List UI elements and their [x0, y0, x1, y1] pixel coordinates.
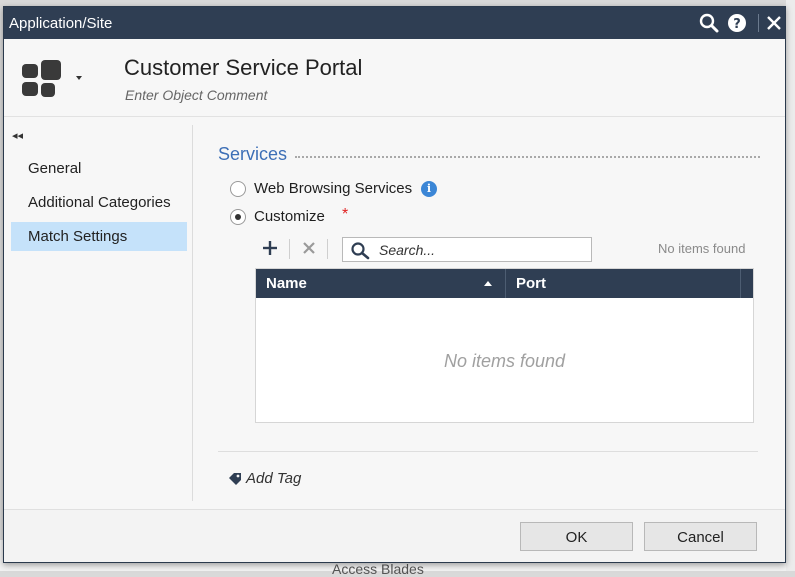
add-tag-label[interactable]: Add Tag [246, 470, 301, 487]
background-app-edge [786, 0, 795, 571]
search-box[interactable] [342, 237, 592, 262]
application-site-dialog: Application/Site ? Customer Service Port… [3, 6, 786, 563]
application-grid-icon[interactable] [22, 60, 64, 102]
services-table: Name Port No items found [255, 268, 754, 423]
required-marker: * [342, 206, 349, 223]
close-icon[interactable] [763, 12, 785, 34]
object-comment-field[interactable]: Enter Object Comment [125, 87, 267, 103]
table-empty-message: No items found [443, 351, 566, 371]
object-name[interactable]: Customer Service Portal [124, 55, 362, 81]
sidebar-item-additional-categories[interactable]: Additional Categories [11, 188, 187, 217]
toolbar-separator [327, 239, 328, 259]
web-browsing-services-radio[interactable] [230, 181, 246, 197]
sidebar-item-match-settings[interactable]: Match Settings [11, 222, 187, 251]
dialog-footer: OK Cancel [4, 509, 785, 562]
toolbar-separator [289, 239, 290, 259]
x-icon[interactable] [298, 237, 320, 259]
search-input[interactable] [377, 241, 582, 259]
match-settings-panel: Services Web Browsing Services i Customi… [194, 117, 785, 503]
background-app-label: Access Blades [332, 561, 424, 577]
dialog-titlebar: Application/Site ? [4, 7, 785, 39]
chevron-down-icon[interactable] [76, 76, 82, 80]
web-browsing-services-label[interactable]: Web Browsing Services [254, 179, 412, 199]
column-separator[interactable] [505, 269, 506, 298]
table-header: Name Port [256, 269, 753, 298]
object-header: Customer Service Portal Enter Object Com… [4, 39, 785, 117]
column-header-name[interactable]: Name [266, 269, 307, 298]
customize-radio[interactable] [230, 209, 246, 225]
ok-button[interactable]: OK [520, 522, 633, 551]
content-divider [218, 451, 758, 452]
customize-label[interactable]: Customize [254, 207, 325, 227]
items-status: No items found [658, 241, 746, 256]
cancel-button[interactable]: Cancel [644, 522, 757, 551]
section-divider [295, 156, 760, 158]
sidebar-item-general[interactable]: General [11, 154, 187, 183]
search-icon[interactable] [698, 12, 720, 34]
sidebar: ◂◂ General Additional Categories Match S… [4, 117, 192, 503]
sort-ascending-icon[interactable] [484, 281, 492, 286]
titlebar-separator [758, 14, 759, 32]
column-header-port[interactable]: Port [516, 269, 546, 298]
column-separator[interactable] [740, 269, 741, 298]
dialog-title: Application/Site [9, 15, 113, 32]
plus-icon[interactable] [259, 237, 281, 259]
services-section-title: Services [218, 144, 288, 164]
svg-text:?: ? [733, 17, 741, 32]
tag-icon [229, 473, 241, 485]
search-icon [351, 242, 370, 260]
double-chevron-left-icon[interactable]: ◂◂ [12, 129, 23, 142]
sidebar-divider [192, 125, 193, 501]
help-icon[interactable]: ? [726, 12, 748, 34]
info-icon[interactable]: i [421, 181, 437, 197]
